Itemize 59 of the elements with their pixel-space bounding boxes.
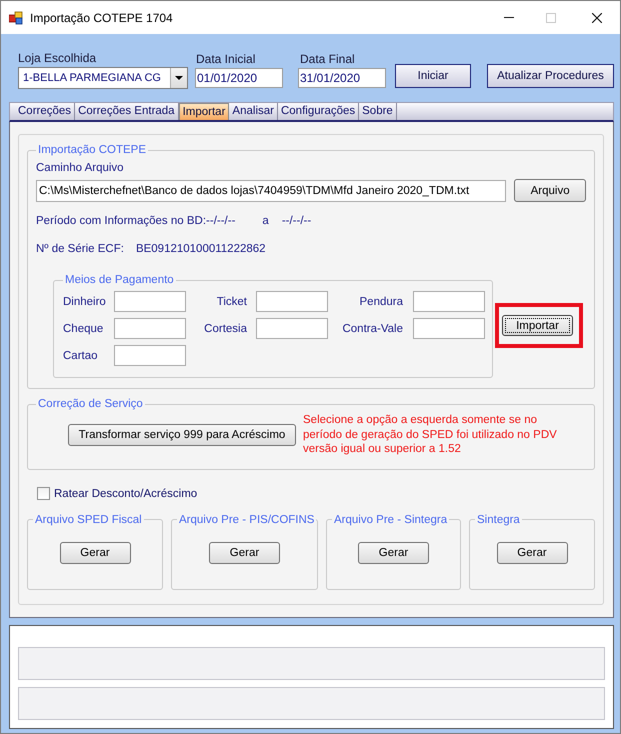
field-label: Data Inicial xyxy=(196,52,256,66)
field-label: Caminho Arquivo xyxy=(36,161,125,175)
field-label: Ticket xyxy=(216,294,248,308)
tab[interactable]: Correções xyxy=(15,103,76,120)
amount-field[interactable] xyxy=(413,318,485,339)
field-label: Cortesia xyxy=(203,322,248,336)
close-icon xyxy=(592,12,602,22)
field-label: Pendura xyxy=(358,294,404,308)
transform-button[interactable]: Transformar serviço 999 para Acréscimo xyxy=(68,424,296,446)
group-title: Arquivo SPED Fiscal xyxy=(34,512,143,526)
browse-button[interactable]: Arquivo xyxy=(514,179,586,202)
action-button[interactable]: Iniciar xyxy=(395,64,471,88)
field-label: Cartao xyxy=(63,348,99,362)
generate-button[interactable]: Gerar xyxy=(496,542,568,564)
field-label: Dinheiro xyxy=(63,294,107,308)
tab[interactable]: Analisar xyxy=(229,103,278,120)
amount-field[interactable] xyxy=(413,291,485,312)
field-label: Cheque xyxy=(63,322,104,336)
info-label: Período com Informações no BD: xyxy=(36,214,206,228)
amount-field[interactable] xyxy=(256,291,328,312)
serial-value: BE091210100011222862 xyxy=(136,242,266,256)
generate-button[interactable]: Gerar xyxy=(358,542,429,564)
group-title: Meios de Pagamento xyxy=(64,273,175,287)
generate-button[interactable]: Gerar xyxy=(209,542,280,564)
caret-icon xyxy=(175,76,183,80)
date-value: --/--/-- xyxy=(282,214,312,228)
amount-field[interactable] xyxy=(256,318,328,339)
warning-text: Selecione a opção a esquerda somente se no período de geração do SPED foi utilizado no PDV versão igual ou superior a 1.52 xyxy=(303,413,557,456)
import-button[interactable]: Importar xyxy=(502,315,573,336)
amount-field[interactable] xyxy=(114,291,186,312)
range-separator: a xyxy=(262,214,269,228)
checkbox[interactable] xyxy=(37,487,50,500)
generate-button[interactable]: Gerar xyxy=(60,542,130,564)
amount-field[interactable] xyxy=(114,318,186,339)
dropdown-button[interactable] xyxy=(170,68,187,88)
date-field[interactable]: 01/01/2020 xyxy=(195,68,283,88)
action-button[interactable]: Atualizar Procedures xyxy=(487,64,614,88)
group-title: Sintegra xyxy=(476,512,521,526)
field-label: Contra-Vale xyxy=(341,322,404,336)
tab[interactable]: Sobre xyxy=(359,103,397,120)
file-path-field[interactable]: C:\Ms\Misterchefnet\Banco de dados lojas\7404959\TDM\Mfd Janeiro 2020_TDM.txt xyxy=(36,180,506,202)
field-label: Data Final xyxy=(300,52,356,66)
app-icon xyxy=(9,10,23,24)
window-title: Importação COTEPE 1704 xyxy=(30,10,173,24)
date-value: --/--/-- xyxy=(206,214,236,228)
group-title: Arquivo Pre - Sintegra xyxy=(333,512,448,526)
tab[interactable]: Importar xyxy=(178,103,230,120)
tab[interactable]: Configurações xyxy=(278,103,360,120)
serial-label: Nº de Série ECF: xyxy=(36,242,124,256)
group-title: Arquivo Pre - PIS/COFINS xyxy=(178,512,316,526)
group-title: Correção de Serviço xyxy=(37,397,144,411)
maximize-icon xyxy=(546,12,556,22)
store-dropdown[interactable]: 1-BELLA PARMEGIANA CG xyxy=(18,67,188,89)
field-label: Loja Escolhida xyxy=(18,51,98,65)
amount-field[interactable] xyxy=(114,345,186,366)
minimize-icon xyxy=(504,17,514,18)
date-field[interactable]: 31/01/2020 xyxy=(298,68,386,88)
checkbox-label[interactable]: Ratear Desconto/Acréscimo xyxy=(54,486,198,500)
group-title: Importação COTEPE xyxy=(37,143,148,157)
